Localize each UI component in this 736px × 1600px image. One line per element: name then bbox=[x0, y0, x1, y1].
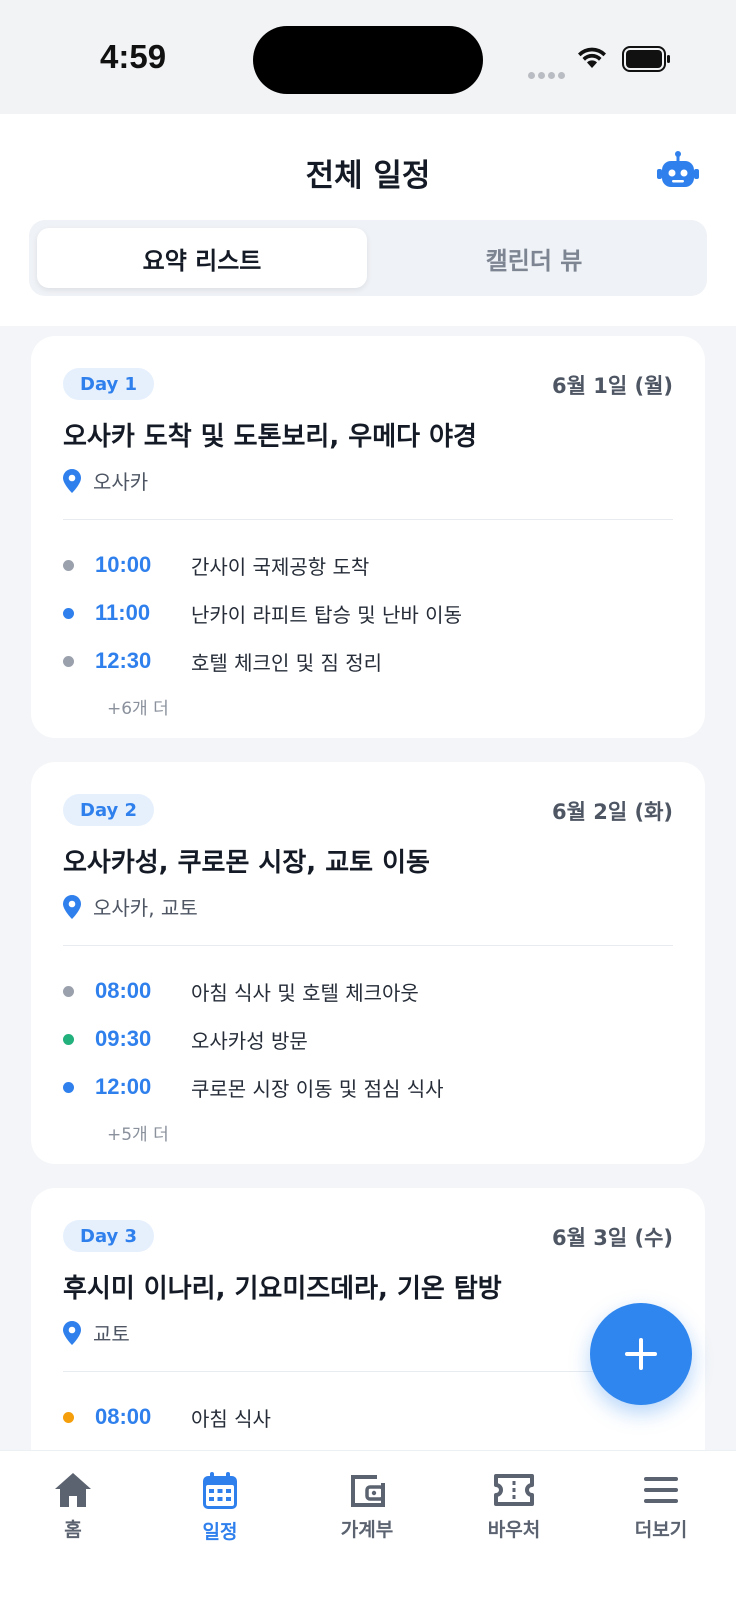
event-time: 12:00 bbox=[95, 1074, 152, 1099]
day-title: 오사카성, 쿠로몬 시장, 교토 이동 bbox=[63, 848, 430, 878]
day-location: 오사카 bbox=[63, 466, 148, 495]
wifi-icon bbox=[578, 47, 606, 68]
day-badge: Day 2 bbox=[63, 794, 155, 826]
nav-voucher[interactable]: 바우처 bbox=[459, 1471, 569, 1542]
location-pin-icon bbox=[63, 468, 81, 493]
event-time: 11:00 bbox=[95, 600, 151, 625]
nav-home[interactable]: 홈 bbox=[18, 1471, 128, 1542]
nav-label: 바우처 bbox=[487, 1519, 541, 1541]
day-date: 6월 1일 (월) bbox=[551, 374, 673, 398]
status-bar: 4:59 bbox=[0, 0, 736, 114]
add-schedule-button[interactable] bbox=[590, 1303, 692, 1405]
day-date: 6월 2일 (화) bbox=[551, 800, 673, 824]
status-time: 4:59 bbox=[100, 38, 167, 75]
bottom-tab-bar: 홈 일정 가계부 바우처 더보기 bbox=[0, 1450, 736, 1600]
day-location: 오사카, 교토 bbox=[63, 892, 198, 921]
day-date: 6월 3일 (수) bbox=[551, 1226, 673, 1250]
wallet-icon bbox=[351, 1475, 385, 1507]
day-badge: Day 3 bbox=[63, 1220, 155, 1252]
event-time: 08:00 bbox=[95, 1404, 152, 1429]
event-title: 오사카성 방문 bbox=[191, 1028, 308, 1053]
dynamic-island bbox=[253, 26, 483, 94]
plus-icon bbox=[625, 1338, 657, 1370]
home-icon bbox=[55, 1473, 91, 1507]
location-label: 교토 bbox=[93, 1322, 130, 1346]
event-time: 09:30 bbox=[95, 1026, 152, 1051]
battery-icon bbox=[622, 46, 670, 72]
nav-label: 일정 bbox=[202, 1521, 238, 1543]
more-events-link[interactable]: +5개 더 bbox=[107, 1120, 169, 1145]
event-dot bbox=[63, 607, 74, 619]
divider bbox=[63, 519, 673, 520]
page-title: 전체 일정 bbox=[305, 158, 431, 194]
event-row[interactable]: 08:00 아침 식사 및 호텔 체크아웃 bbox=[63, 971, 419, 1011]
view-segmented-control: 요약 리스트 캘린더 뷰 bbox=[29, 220, 707, 296]
ticket-icon bbox=[494, 1474, 534, 1506]
nav-label: 가계부 bbox=[340, 1519, 394, 1541]
day-title: 후시미 이나리, 기요미즈데라, 기온 탐방 bbox=[63, 1274, 502, 1304]
event-dot bbox=[63, 559, 74, 571]
event-row[interactable]: 09:30 오사카성 방문 bbox=[63, 1019, 308, 1059]
schedule-list[interactable]: Day 1 6월 1일 (월) 오사카 도착 및 도톤보리, 우메다 야경 오사… bbox=[0, 326, 736, 1450]
header: 전체 일정 요약 리스트 캘린더 뷰 bbox=[0, 114, 736, 326]
day-card-1[interactable]: Day 1 6월 1일 (월) 오사카 도착 및 도톤보리, 우메다 야경 오사… bbox=[31, 336, 705, 738]
menu-icon bbox=[644, 1477, 678, 1503]
nav-label: 홈 bbox=[64, 1519, 82, 1541]
day-badge: Day 1 bbox=[63, 368, 155, 400]
event-row[interactable]: 10:00 간사이 국제공항 도착 bbox=[63, 545, 369, 585]
event-dot bbox=[63, 985, 74, 997]
event-title: 아침 식사 및 호텔 체크아웃 bbox=[191, 980, 419, 1005]
event-title: 호텔 체크인 및 짐 정리 bbox=[191, 650, 383, 675]
event-time: 10:00 bbox=[95, 552, 152, 577]
event-row[interactable]: 11:00 난카이 라피트 탑승 및 난바 이동 bbox=[63, 593, 462, 633]
location-label: 오사카 bbox=[93, 470, 149, 494]
event-dot bbox=[63, 655, 74, 667]
event-row[interactable]: 12:30 호텔 체크인 및 짐 정리 bbox=[63, 641, 382, 681]
event-title: 난카이 라피트 탑승 및 난바 이동 bbox=[191, 602, 462, 627]
day-card-2[interactable]: Day 2 6월 2일 (화) 오사카성, 쿠로몬 시장, 교토 이동 오사카,… bbox=[31, 762, 705, 1164]
tab-calendar-view[interactable]: 캘린더 뷰 bbox=[369, 228, 699, 288]
divider bbox=[63, 1371, 673, 1372]
event-row[interactable]: 08:00 아침 식사 bbox=[63, 1397, 271, 1437]
nav-schedule[interactable]: 일정 bbox=[165, 1471, 275, 1544]
event-title: 간사이 국제공항 도착 bbox=[191, 554, 370, 579]
event-title: 아침 식사 bbox=[191, 1406, 271, 1431]
cellular-signal-icon bbox=[528, 64, 568, 83]
location-pin-icon bbox=[63, 1320, 81, 1345]
nav-more[interactable]: 더보기 bbox=[606, 1471, 716, 1542]
calendar-icon bbox=[203, 1472, 237, 1509]
event-time: 12:30 bbox=[95, 648, 152, 673]
location-label: 오사카, 교토 bbox=[93, 896, 198, 920]
event-dot bbox=[63, 1081, 74, 1093]
event-dot bbox=[63, 1411, 74, 1423]
ai-assistant-robot-icon[interactable] bbox=[656, 150, 700, 190]
location-pin-icon bbox=[63, 894, 81, 919]
event-time: 08:00 bbox=[95, 978, 152, 1003]
event-row[interactable]: 12:00 쿠로몬 시장 이동 및 점심 식사 bbox=[63, 1067, 444, 1107]
tab-summary-list[interactable]: 요약 리스트 bbox=[37, 228, 367, 288]
more-events-link[interactable]: +6개 더 bbox=[107, 694, 169, 719]
divider bbox=[63, 945, 673, 946]
day-location: 교토 bbox=[63, 1318, 130, 1347]
nav-budget[interactable]: 가계부 bbox=[312, 1471, 422, 1542]
day-title: 오사카 도착 및 도톤보리, 우메다 야경 bbox=[63, 422, 477, 452]
nav-label: 더보기 bbox=[634, 1519, 688, 1541]
event-title: 쿠로몬 시장 이동 및 점심 식사 bbox=[191, 1076, 444, 1101]
event-dot bbox=[63, 1033, 74, 1045]
